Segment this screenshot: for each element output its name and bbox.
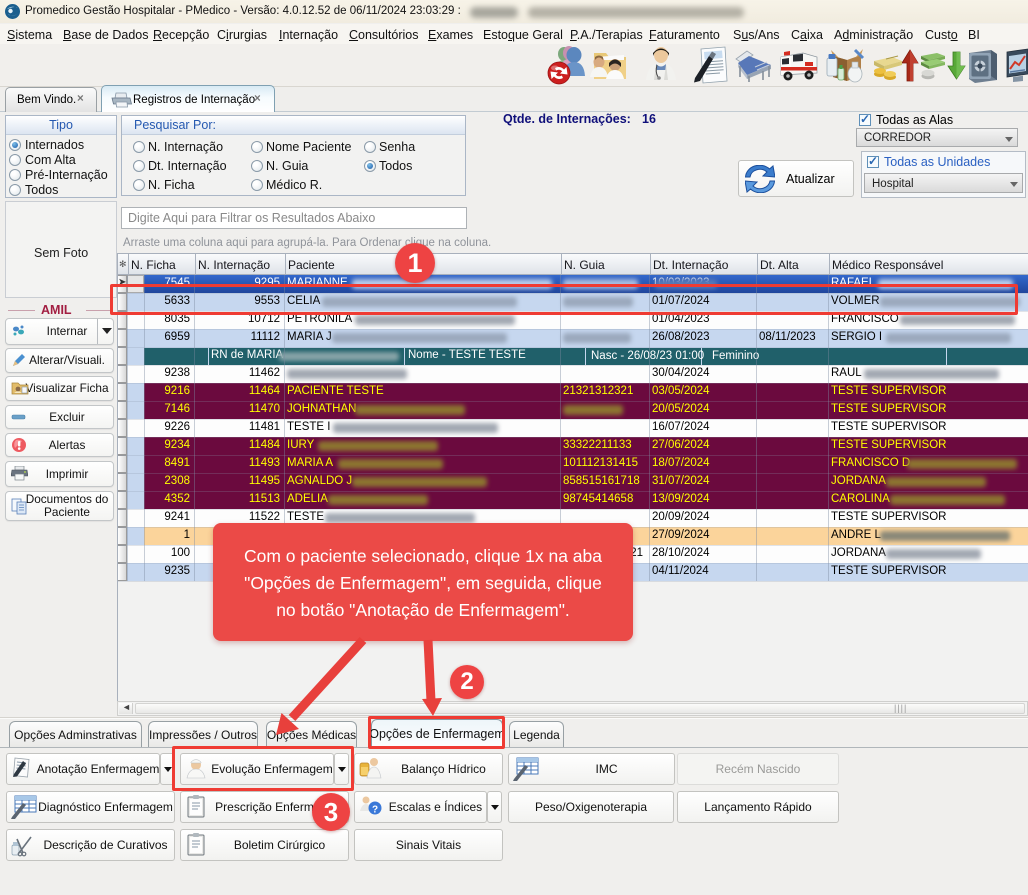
svg-text:?: ? <box>372 805 378 816</box>
